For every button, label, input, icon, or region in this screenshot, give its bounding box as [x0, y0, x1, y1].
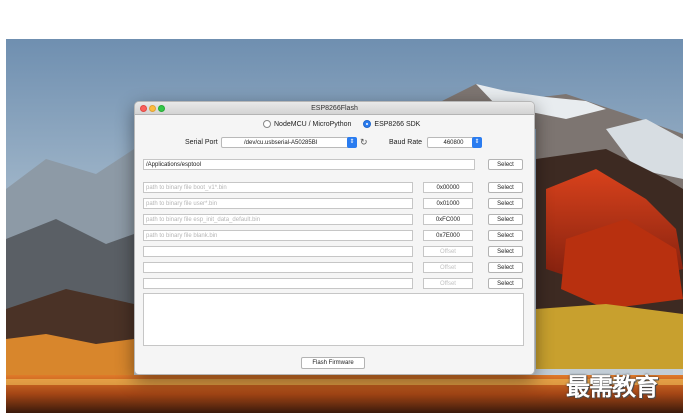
refresh-icon[interactable]: ↻	[360, 137, 368, 148]
select-button-5[interactable]: Select	[488, 246, 523, 257]
address-input-1[interactable]: 0x00000	[423, 182, 473, 193]
firmware-mode-group: NodeMCU / MicroPython ESP8266 SDK	[263, 120, 420, 128]
binary-path-input-1[interactable]: path to binary file boot_v1*.bin	[143, 182, 413, 193]
esp8266flash-window: ESP8266Flash NodeMCU / MicroPython ESP82…	[134, 101, 535, 375]
serial-port-select[interactable]: /dev/cu.usbserial-A50285BI	[221, 137, 356, 148]
radio-esp8266-sdk[interactable]: ESP8266 SDK	[363, 120, 420, 128]
esptool-path-input[interactable]: /Applications/esptool	[143, 159, 475, 170]
output-log-area[interactable]	[143, 293, 524, 346]
chevron-updown-icon[interactable]: ⇕	[472, 137, 482, 148]
binary-path-input-4[interactable]: path to binary file blank.bin	[143, 230, 413, 241]
address-input-4[interactable]: 0x7E000	[423, 230, 473, 241]
offset-input-7[interactable]: Offset	[423, 278, 473, 289]
watermark-logo: 最需教育	[566, 372, 659, 401]
binary-path-input-2[interactable]: path to binary file user*.bin	[143, 198, 413, 209]
binary-path-input-3[interactable]: path to binary file esp_init_data_defaul…	[143, 214, 413, 225]
binary-path-input-5[interactable]	[143, 246, 413, 257]
address-input-2[interactable]: 0x01000	[423, 198, 473, 209]
address-input-3[interactable]: 0xFC000	[423, 214, 473, 225]
radio-nodemcu-micropython[interactable]: NodeMCU / MicroPython	[263, 120, 351, 128]
offset-input-5[interactable]: Offset	[423, 246, 473, 257]
serial-settings-row: Serial Port /dev/cu.usbserial-A50285BI ⇕…	[135, 137, 534, 149]
offset-input-6[interactable]: Offset	[423, 262, 473, 273]
window-title: ESP8266Flash	[311, 105, 358, 112]
select-button-2[interactable]: Select	[488, 198, 523, 209]
select-button-1[interactable]: Select	[488, 182, 523, 193]
radio-indicator[interactable]	[263, 120, 271, 128]
select-button-4[interactable]: Select	[488, 230, 523, 241]
title-bar[interactable]: ESP8266Flash	[135, 102, 534, 115]
baud-rate-label: Baud Rate	[389, 139, 423, 146]
flash-firmware-button[interactable]: Flash Firmware	[301, 357, 365, 369]
binary-path-input-6[interactable]	[143, 262, 413, 273]
window-content: NodeMCU / MicroPython ESP8266 SDK Serial…	[135, 115, 534, 374]
select-button-7[interactable]: Select	[488, 278, 523, 289]
select-button-3[interactable]: Select	[488, 214, 523, 225]
radio-label: NodeMCU / MicroPython	[274, 120, 352, 128]
chevron-updown-icon[interactable]: ⇕	[347, 137, 357, 148]
radio-label: ESP8266 SDK	[374, 120, 421, 128]
select-button-6[interactable]: Select	[488, 262, 523, 273]
binary-path-input-7[interactable]	[143, 278, 413, 289]
serial-port-label: Serial Port	[185, 139, 218, 146]
radio-indicator[interactable]	[363, 120, 372, 128]
esptool-select-button[interactable]: Select	[488, 159, 523, 170]
